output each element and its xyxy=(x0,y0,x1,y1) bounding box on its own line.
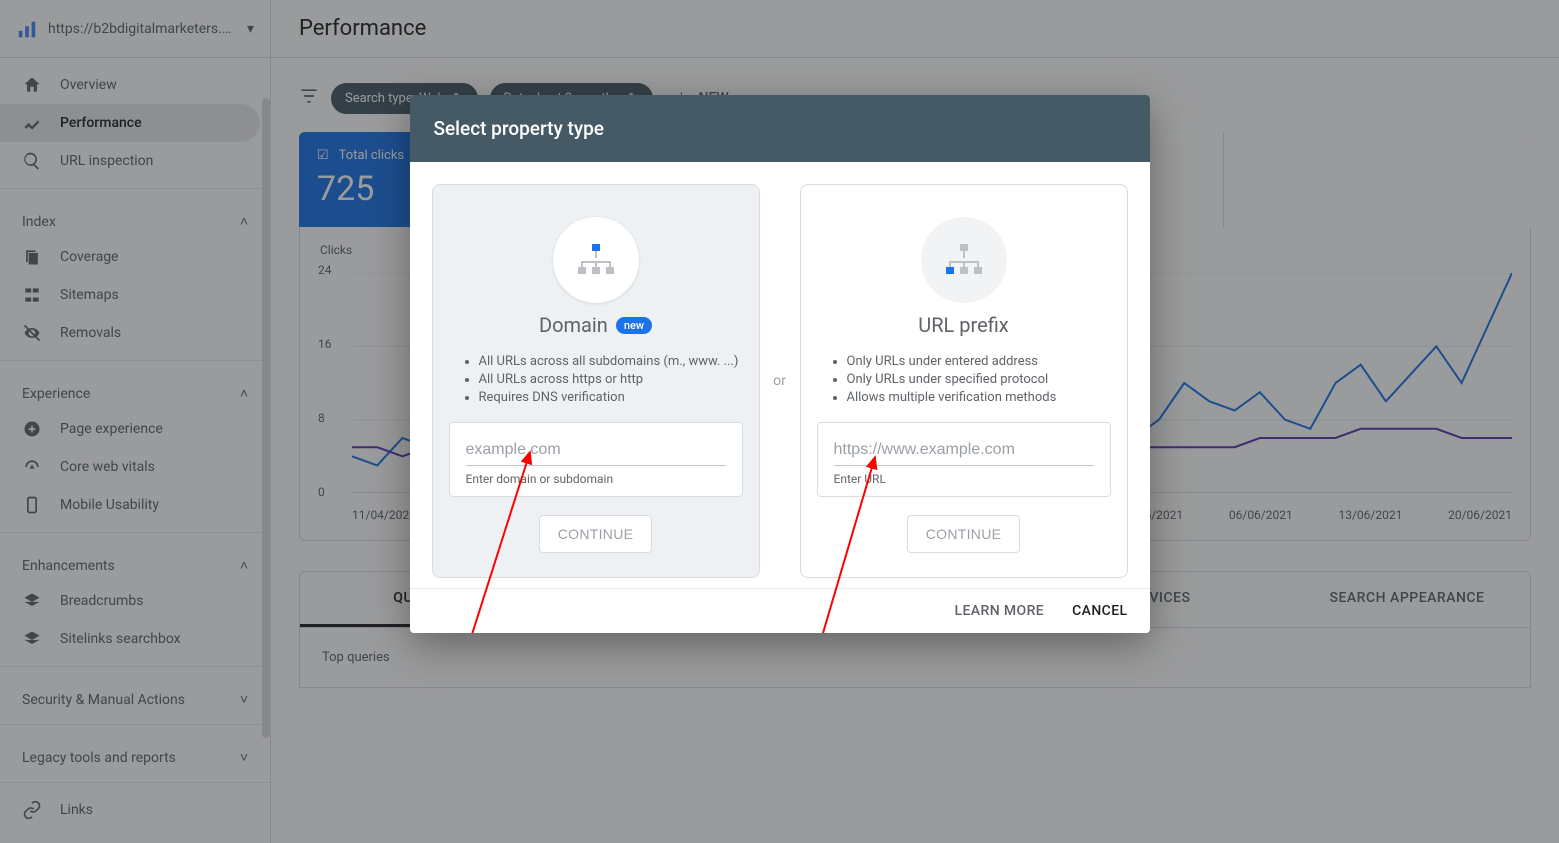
url-continue-button[interactable]: CONTINUE xyxy=(907,515,1021,553)
modal-overlay: Select property type Domain new All URLs… xyxy=(0,0,1559,843)
card-domain: Domain new All URLs across all subdomain… xyxy=(432,184,760,578)
url-input[interactable] xyxy=(834,437,1094,466)
card-domain-bullets: All URLs across all subdomains (m., www.… xyxy=(449,351,743,408)
domain-continue-button[interactable]: CONTINUE xyxy=(539,515,653,553)
card-url-bullets: Only URLs under entered address Only URL… xyxy=(817,351,1111,408)
url-input-wrap: Enter URL xyxy=(817,422,1111,497)
property-type-dialog: Select property type Domain new All URLs… xyxy=(410,95,1150,633)
domain-input[interactable] xyxy=(466,437,726,466)
sitemap-icon xyxy=(921,217,1007,303)
url-input-hint: Enter URL xyxy=(834,472,1094,486)
cancel-button[interactable]: CANCEL xyxy=(1072,603,1127,619)
or-separator: or xyxy=(760,184,800,578)
domain-input-hint: Enter domain or subdomain xyxy=(466,472,726,486)
dialog-body: Domain new All URLs across all subdomain… xyxy=(410,162,1150,588)
card-domain-title: Domain new xyxy=(539,313,652,337)
dialog-footer: LEARN MORE CANCEL xyxy=(410,588,1150,633)
domain-input-wrap: Enter domain or subdomain xyxy=(449,422,743,497)
learn-more-button[interactable]: LEARN MORE xyxy=(955,603,1045,619)
card-url-prefix: URL prefix Only URLs under entered addre… xyxy=(800,184,1128,578)
sitemap-icon xyxy=(553,217,639,303)
dialog-title: Select property type xyxy=(410,95,1150,162)
new-badge: new xyxy=(616,317,652,334)
card-url-title: URL prefix xyxy=(918,313,1008,337)
